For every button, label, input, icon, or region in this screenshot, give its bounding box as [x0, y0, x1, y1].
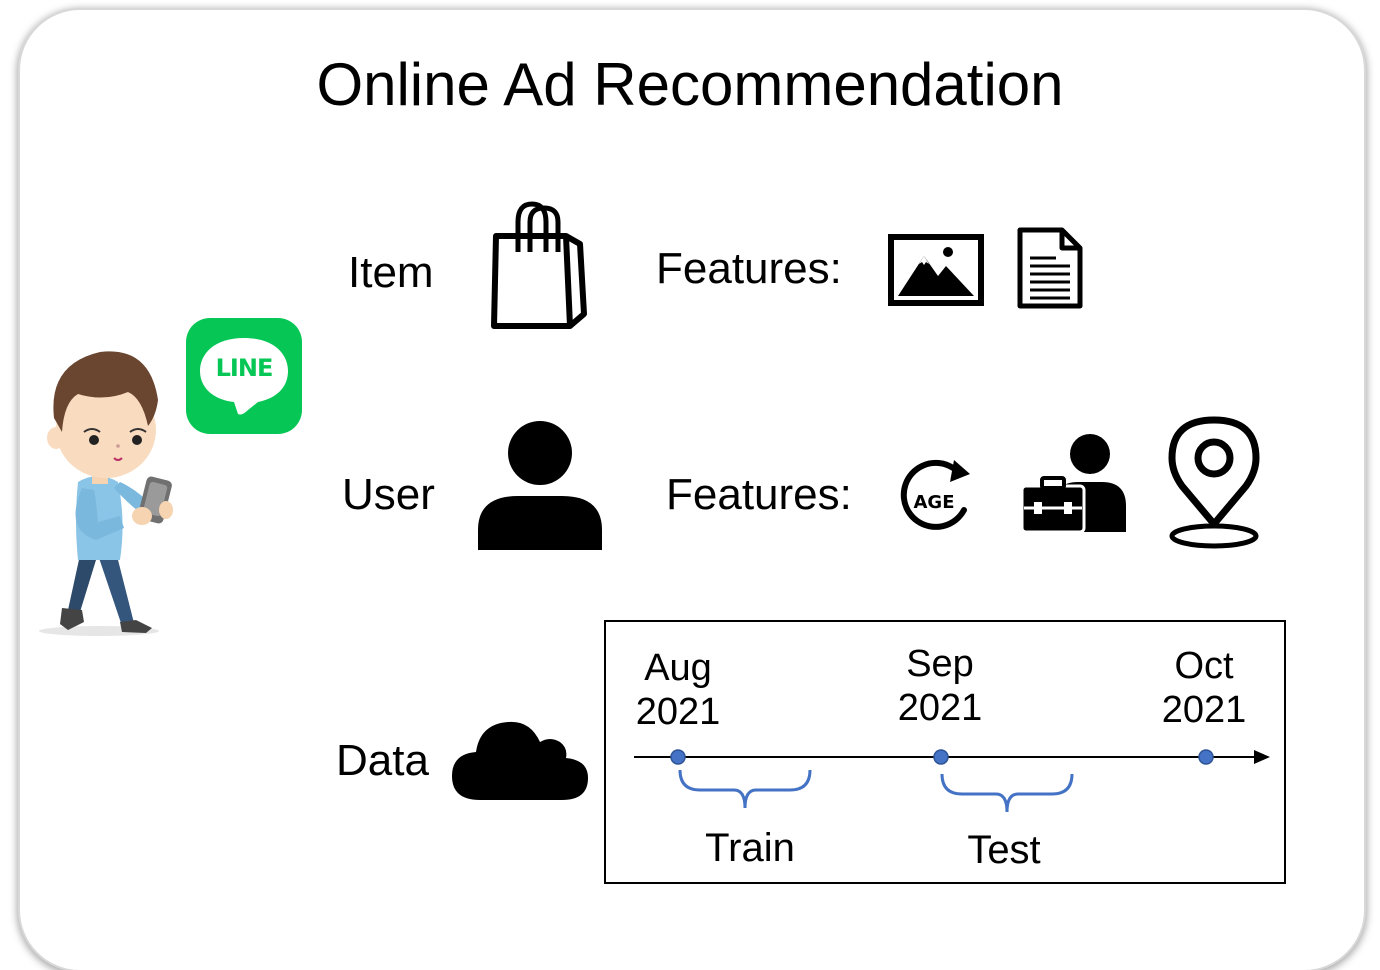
train-brace [678, 769, 812, 809]
location-pin-icon [1168, 416, 1260, 549]
timeline-arrowhead [1254, 750, 1270, 764]
age-icon: AGE [900, 459, 970, 530]
timeline-point-sep [933, 749, 949, 765]
train-label: Train [705, 826, 795, 870]
item-features-label: Features: [656, 244, 842, 293]
document-icon [1017, 227, 1083, 309]
user-icon [478, 421, 602, 550]
user-features-label: Features: [666, 470, 852, 519]
timeline-point-oct [1198, 749, 1214, 765]
cloud-icon [452, 721, 588, 800]
person-with-phone-illustration [39, 351, 173, 636]
shopping-bag-icon [491, 201, 587, 329]
user-label: User [342, 470, 435, 519]
age-icon-text: AGE [913, 492, 954, 513]
test-brace [940, 773, 1074, 813]
line-app-logo: LINE [186, 318, 302, 434]
diagram-title: Online Ad Recommendation [316, 51, 1064, 118]
image-icon [888, 234, 984, 306]
timeline-point-aug [670, 749, 686, 765]
timeline-box: Aug 2021 Sep 2021 Oct 2021 Train Test [604, 620, 1286, 884]
occupation-icon [1020, 434, 1126, 534]
data-label: Data [336, 736, 429, 785]
line-logo-text: LINE [215, 354, 274, 382]
test-label: Test [967, 828, 1041, 872]
item-label: Item [348, 248, 434, 297]
